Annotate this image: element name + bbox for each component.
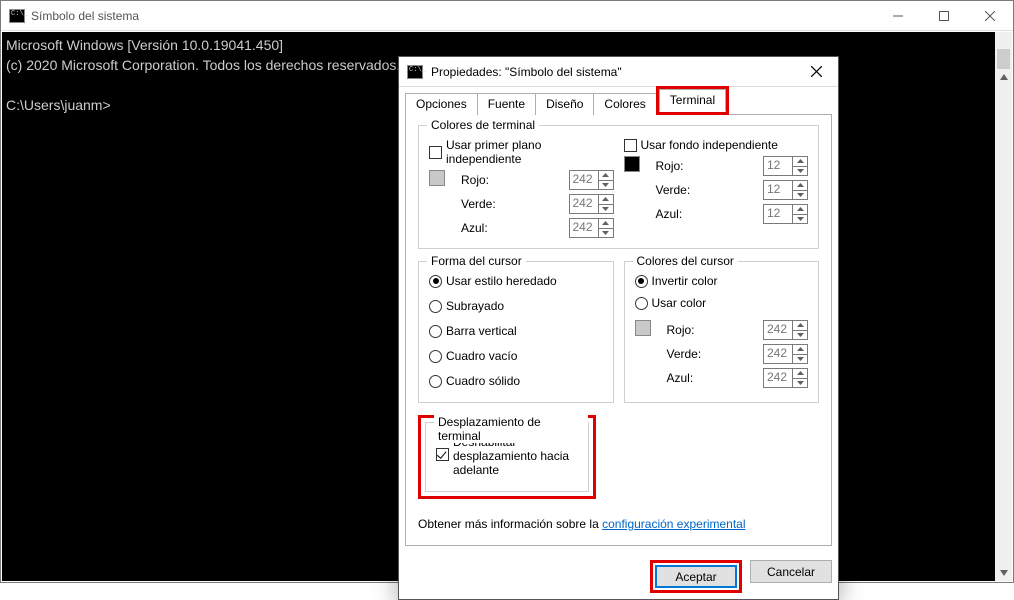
group-terminal-colors: Colores de terminal Usar primer plano in…: [418, 125, 819, 249]
label: Rojo:: [461, 173, 559, 187]
spin-buttons[interactable]: [793, 368, 808, 388]
label: Verde:: [667, 347, 754, 361]
label: Azul:: [461, 221, 559, 235]
label: Azul:: [667, 371, 754, 385]
tab-strip: Opciones Fuente Diseño Colores Terminal: [405, 89, 832, 115]
window-title: Símbolo del sistema: [31, 9, 139, 23]
tab-font[interactable]: Fuente: [477, 93, 536, 115]
spin-buttons[interactable]: [793, 180, 808, 200]
label: Azul:: [656, 207, 754, 221]
radio-underline[interactable]: [429, 300, 442, 313]
cursor-green-spinner[interactable]: 242: [763, 344, 808, 364]
radio-use-color[interactable]: [635, 297, 648, 310]
terminal-line: Microsoft Windows [Versión 10.0.19041.45…: [6, 37, 283, 53]
maximize-button[interactable]: [921, 1, 967, 31]
radio-solid-box[interactable]: [429, 375, 442, 388]
label: Cuadro sólido: [446, 374, 520, 388]
spin-buttons[interactable]: [599, 194, 614, 214]
cmd-icon: [9, 9, 25, 23]
tab-options[interactable]: Opciones: [405, 93, 478, 115]
dialog-title: Propiedades: "Símbolo del sistema": [431, 65, 622, 79]
checkbox-use-fg[interactable]: [429, 146, 442, 159]
spin-buttons[interactable]: [793, 320, 808, 340]
label: Cuadro vacío: [446, 349, 517, 363]
label: Rojo:: [667, 323, 754, 337]
bg-blue-spinner[interactable]: 12: [763, 204, 808, 224]
properties-dialog: Propiedades: "Símbolo del sistema" Opcio…: [398, 56, 839, 600]
label: Invertir color: [652, 274, 718, 288]
group-cursor-shape: Forma del cursor Usar estilo heredado Su…: [418, 261, 614, 403]
cursor-red-spinner[interactable]: 242: [763, 320, 808, 340]
dialog-titlebar: Propiedades: "Símbolo del sistema": [399, 57, 838, 87]
group-terminal-scroll: Desplazamiento de terminal Deshabilitar …: [425, 422, 589, 492]
fg-column: Usar primer plano independiente Rojo: 24…: [429, 138, 614, 238]
group-title: Forma del cursor: [427, 254, 526, 268]
titlebar: Símbolo del sistema: [1, 1, 1013, 31]
scrollbar[interactable]: [995, 32, 1012, 581]
checkbox-use-bg[interactable]: [624, 139, 637, 152]
group-title: Colores de terminal: [427, 118, 539, 132]
tab-terminal[interactable]: Terminal: [659, 89, 726, 112]
dialog-close-button[interactable]: [794, 57, 838, 87]
fg-red-spinner[interactable]: 242: [569, 170, 614, 190]
radio-vertical-bar[interactable]: [429, 325, 442, 338]
bg-column: Usar fondo independiente Rojo: 12 Verde:…: [624, 138, 809, 238]
radio-empty-box[interactable]: [429, 350, 442, 363]
scroll-down-button[interactable]: [995, 564, 1012, 581]
label: Verde:: [461, 197, 559, 211]
label: Usar color: [652, 296, 707, 310]
terminal-line: C:\Users\juanm>: [6, 97, 111, 113]
highlight-scroll-group: Desplazamiento de terminal Deshabilitar …: [418, 415, 596, 499]
terminal-line: (c) 2020 Microsoft Corporation. Todos lo…: [6, 57, 400, 73]
bg-red-spinner[interactable]: 12: [763, 156, 808, 176]
fg-swatch[interactable]: [429, 170, 445, 186]
fg-blue-spinner[interactable]: 242: [569, 218, 614, 238]
highlight-terminal-tab: Terminal: [656, 86, 729, 115]
label: Subrayado: [446, 299, 504, 313]
experimental-config-link[interactable]: configuración experimental: [602, 517, 745, 531]
spin-buttons[interactable]: [793, 156, 808, 176]
info-text: Obtener más información sobre la configu…: [418, 517, 819, 531]
scroll-thumb[interactable]: [997, 49, 1010, 69]
dialog-buttons: Aceptar Cancelar: [405, 560, 832, 593]
scroll-up-button[interactable]: [995, 68, 1012, 85]
window-controls: [875, 1, 1013, 31]
tab-page-terminal: Colores de terminal Usar primer plano in…: [405, 115, 832, 546]
cursor-swatch[interactable]: [635, 320, 651, 336]
group-title: Colores del cursor: [633, 254, 738, 268]
spin-buttons[interactable]: [599, 218, 614, 238]
ok-button[interactable]: Aceptar: [655, 565, 737, 588]
close-button[interactable]: [967, 1, 1013, 31]
minimize-button[interactable]: [875, 1, 921, 31]
radio-legacy[interactable]: [429, 275, 442, 288]
label: Usar primer plano independiente: [446, 138, 614, 166]
cursor-blue-spinner[interactable]: 242: [763, 368, 808, 388]
radio-invert-color[interactable]: [635, 275, 648, 288]
checkbox-disable-forward-scroll[interactable]: [436, 448, 449, 461]
label: Usar fondo independiente: [641, 138, 778, 152]
tab-colors[interactable]: Colores: [593, 93, 656, 115]
cmd-icon: [407, 65, 423, 79]
group-cursor-colors: Colores del cursor Invertir color Usar c…: [624, 261, 820, 403]
bg-swatch[interactable]: [624, 156, 640, 172]
fg-green-spinner[interactable]: 242: [569, 194, 614, 214]
spin-buttons[interactable]: [599, 170, 614, 190]
label: Verde:: [656, 183, 754, 197]
bg-green-spinner[interactable]: 12: [763, 180, 808, 200]
highlight-ok-button: Aceptar: [650, 560, 742, 593]
label: Usar estilo heredado: [446, 274, 557, 288]
cancel-button[interactable]: Cancelar: [750, 560, 832, 583]
tab-layout[interactable]: Diseño: [535, 93, 594, 115]
label: Barra vertical: [446, 324, 517, 338]
spin-buttons[interactable]: [793, 344, 808, 364]
group-title: Desplazamiento de terminal: [434, 415, 588, 443]
spin-buttons[interactable]: [793, 204, 808, 224]
label: Rojo:: [656, 159, 754, 173]
